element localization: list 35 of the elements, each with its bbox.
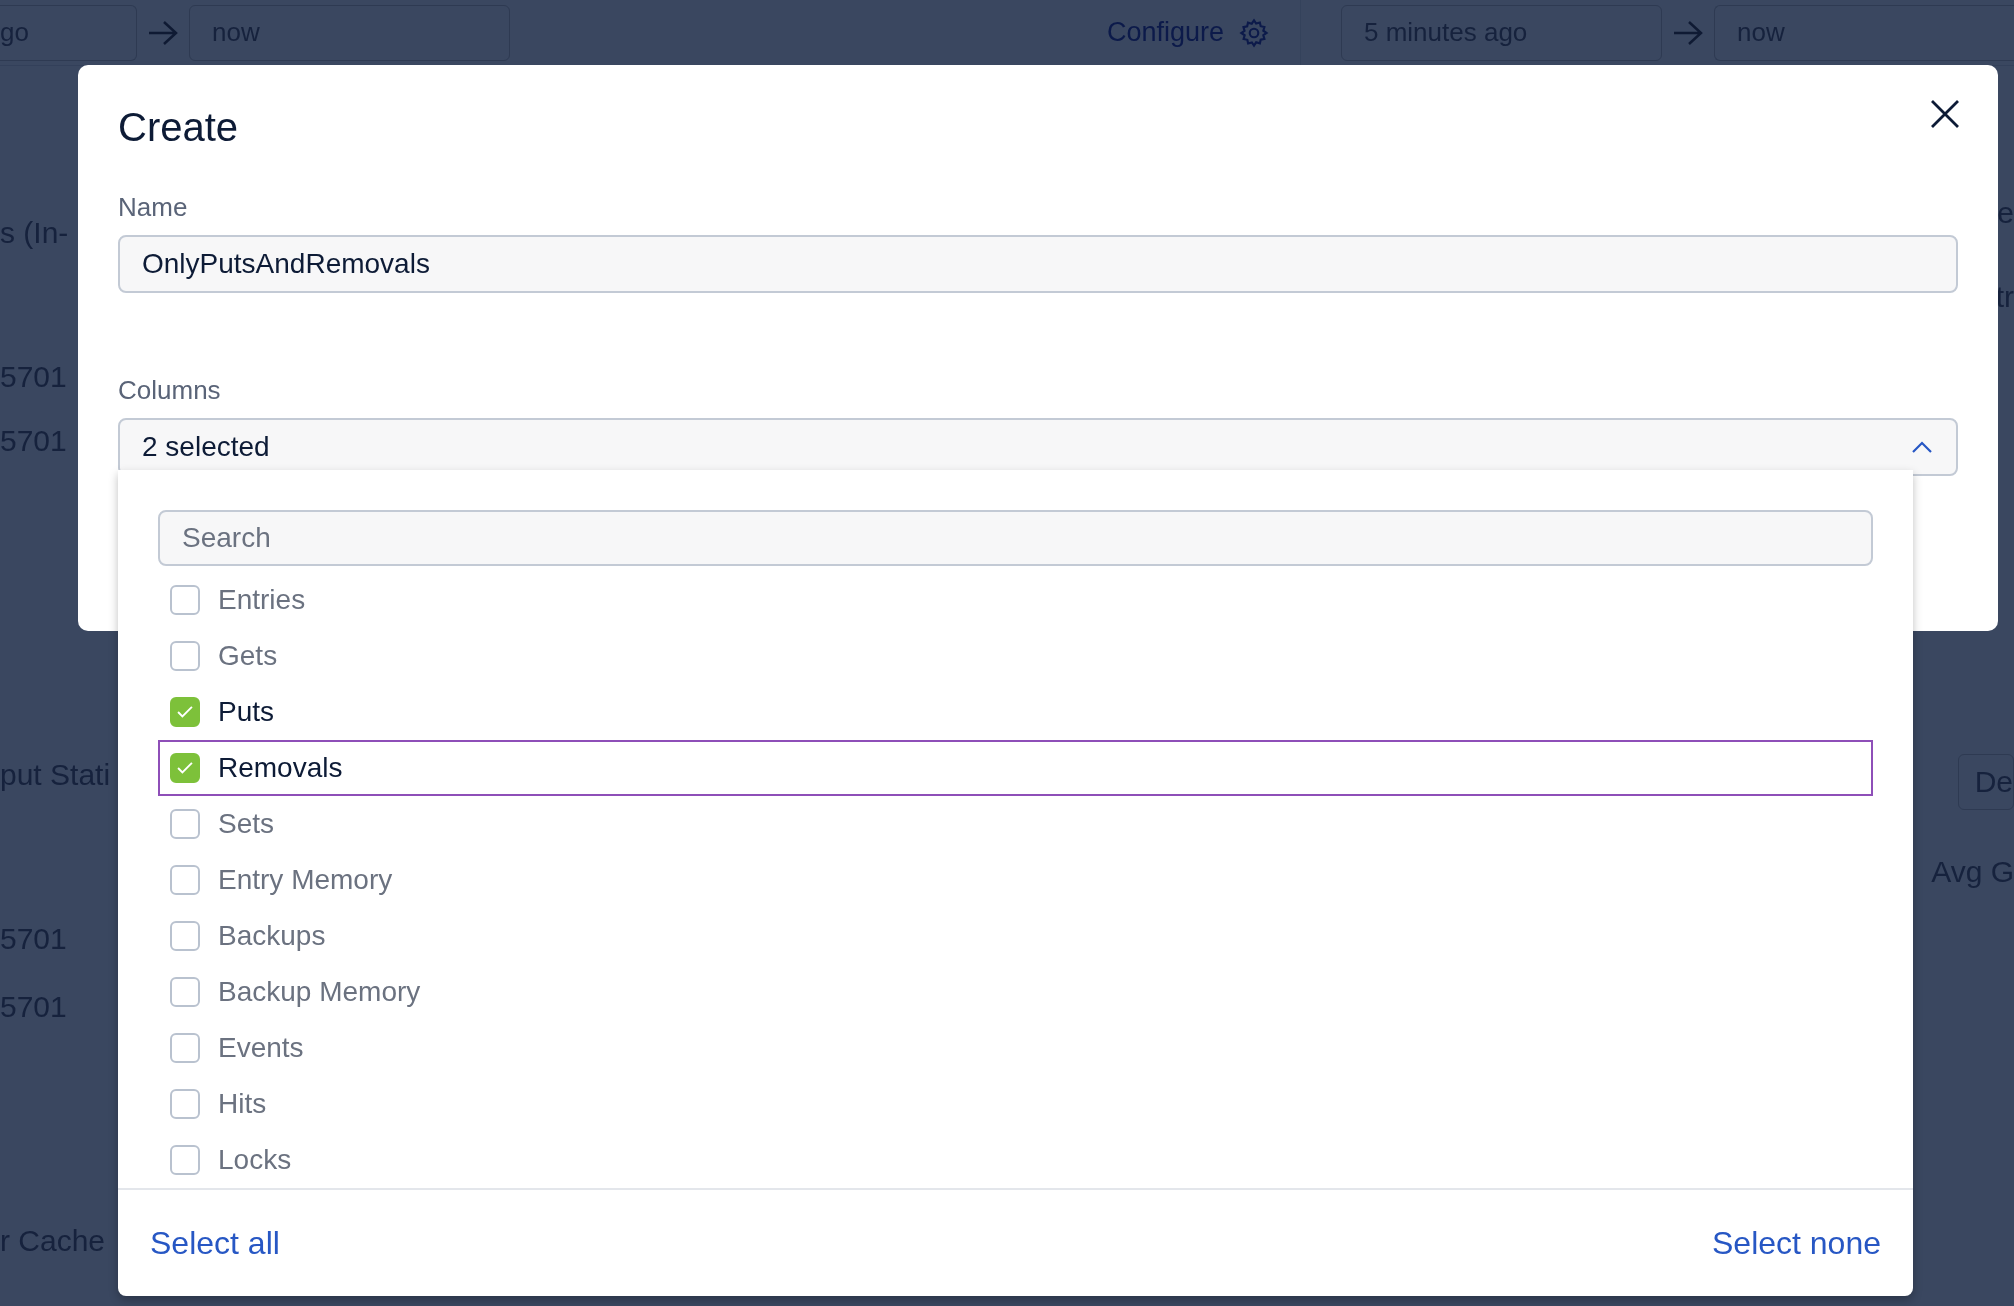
arrow-icon: [147, 18, 179, 47]
column-option[interactable]: Hits: [158, 1076, 1873, 1133]
settings-icon[interactable]: [1238, 16, 1270, 49]
checkbox[interactable]: [170, 809, 200, 840]
search-field[interactable]: Search: [158, 510, 1873, 567]
checkbox[interactable]: [170, 753, 200, 784]
checkbox[interactable]: [170, 865, 200, 896]
checkbox[interactable]: [170, 1145, 200, 1176]
field-label: Name: [118, 192, 189, 223]
select-none-link[interactable]: Select none: [1712, 1224, 1881, 1262]
column-option[interactable]: Events: [158, 1020, 1873, 1077]
dialog-title: Create: [118, 105, 239, 150]
column-option[interactable]: Removals: [158, 740, 1873, 797]
column-option[interactable]: Gets: [158, 628, 1873, 685]
select-all-link[interactable]: Select all: [150, 1224, 280, 1262]
checkbox[interactable]: [170, 1033, 200, 1064]
columns-select[interactable]: 2 selected: [118, 418, 1958, 476]
column-option[interactable]: Entries: [158, 572, 1873, 629]
column-option[interactable]: Locks: [158, 1132, 1873, 1189]
column-option[interactable]: Puts: [158, 684, 1873, 741]
checkbox[interactable]: [170, 921, 200, 952]
field-label: Columns: [118, 375, 222, 406]
checkbox[interactable]: [170, 641, 200, 672]
checkbox[interactable]: [170, 977, 200, 1008]
checkbox[interactable]: [170, 697, 200, 728]
column-option[interactable]: Sets: [158, 796, 1873, 853]
column-option[interactable]: Backup Memory: [158, 964, 1873, 1021]
column-option[interactable]: Entry Memory: [158, 852, 1873, 909]
close-icon: [1930, 99, 1960, 129]
checkbox[interactable]: [170, 1089, 200, 1120]
chevron-icon: [1910, 439, 1934, 455]
arrow-icon: [1672, 18, 1704, 47]
checkbox[interactable]: [170, 585, 200, 616]
column-option[interactable]: Backups: [158, 908, 1873, 965]
name-input[interactable]: OnlyPutsAndRemovals: [118, 235, 1958, 293]
